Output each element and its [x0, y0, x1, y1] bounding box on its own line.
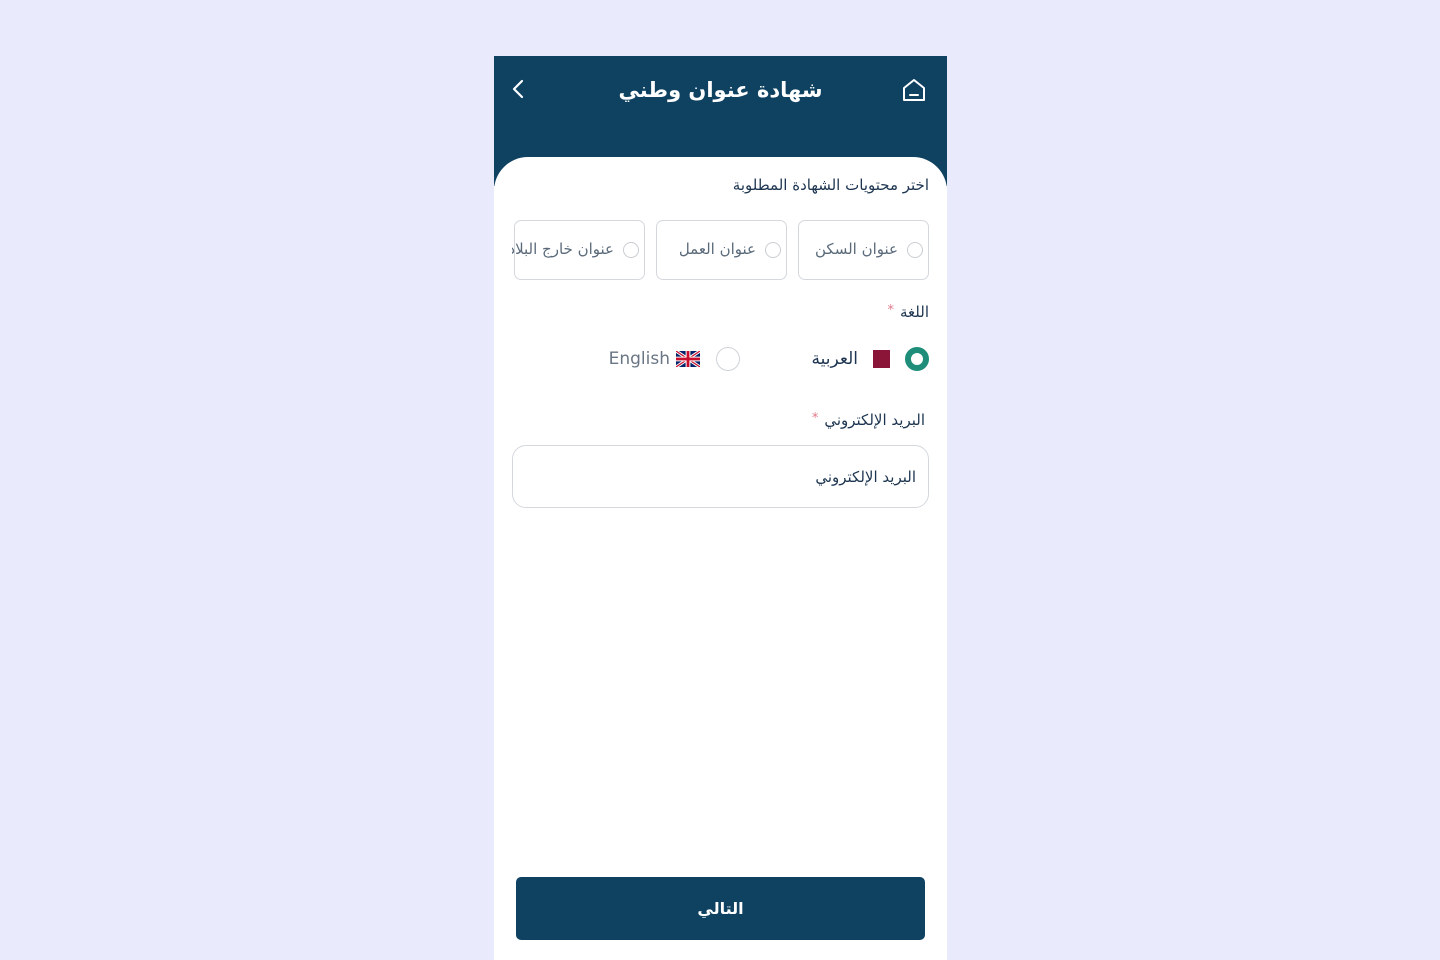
uk-flag-icon: [676, 351, 700, 367]
email-label-text: البريد الإلكتروني: [824, 411, 925, 429]
radio-unchecked: [907, 242, 923, 258]
required-mark: *: [811, 411, 819, 426]
language-option-english[interactable]: English: [609, 345, 740, 373]
radio-unchecked: [623, 242, 639, 258]
home-button[interactable]: [898, 74, 930, 106]
back-button[interactable]: [504, 74, 534, 104]
language-label-arabic: العربية: [811, 349, 858, 369]
language-label-text: اللغة: [900, 303, 929, 321]
email-input[interactable]: [512, 445, 929, 508]
language-label-english: English: [608, 349, 670, 369]
required-mark: *: [887, 303, 895, 318]
next-button[interactable]: التالي: [516, 877, 925, 940]
option-label: عنوان السكن: [815, 240, 898, 258]
chevron-left-icon: [512, 79, 524, 99]
option-label: عنوان خارج البلاد: [512, 240, 614, 258]
email-label: البريد الإلكتروني *: [812, 411, 925, 429]
option-label: عنوان العمل: [678, 240, 756, 258]
option-work-address[interactable]: عنوان العمل: [656, 220, 787, 280]
language-option-arabic[interactable]: العربية: [812, 345, 929, 373]
radio-unchecked: [716, 347, 740, 371]
radio-unchecked: [765, 242, 781, 258]
contents-options: عنوان السكن عنوان العمل عنوان خارج البلا…: [512, 220, 929, 284]
qatar-flag-icon: [866, 350, 890, 368]
app-screen: شهادة عنوان وطني اختر محتويات الشهادة ال…: [494, 56, 947, 960]
language-label: اللغة *: [888, 303, 929, 321]
option-residence-address[interactable]: عنوان السكن: [798, 220, 929, 280]
contents-label: اختر محتويات الشهادة المطلوبة: [732, 176, 929, 194]
home-icon: [903, 79, 925, 101]
page-title: شهادة عنوان وطني: [618, 78, 823, 102]
radio-checked: [905, 347, 929, 371]
option-abroad-address[interactable]: عنوان خارج البلاد: [512, 220, 645, 280]
